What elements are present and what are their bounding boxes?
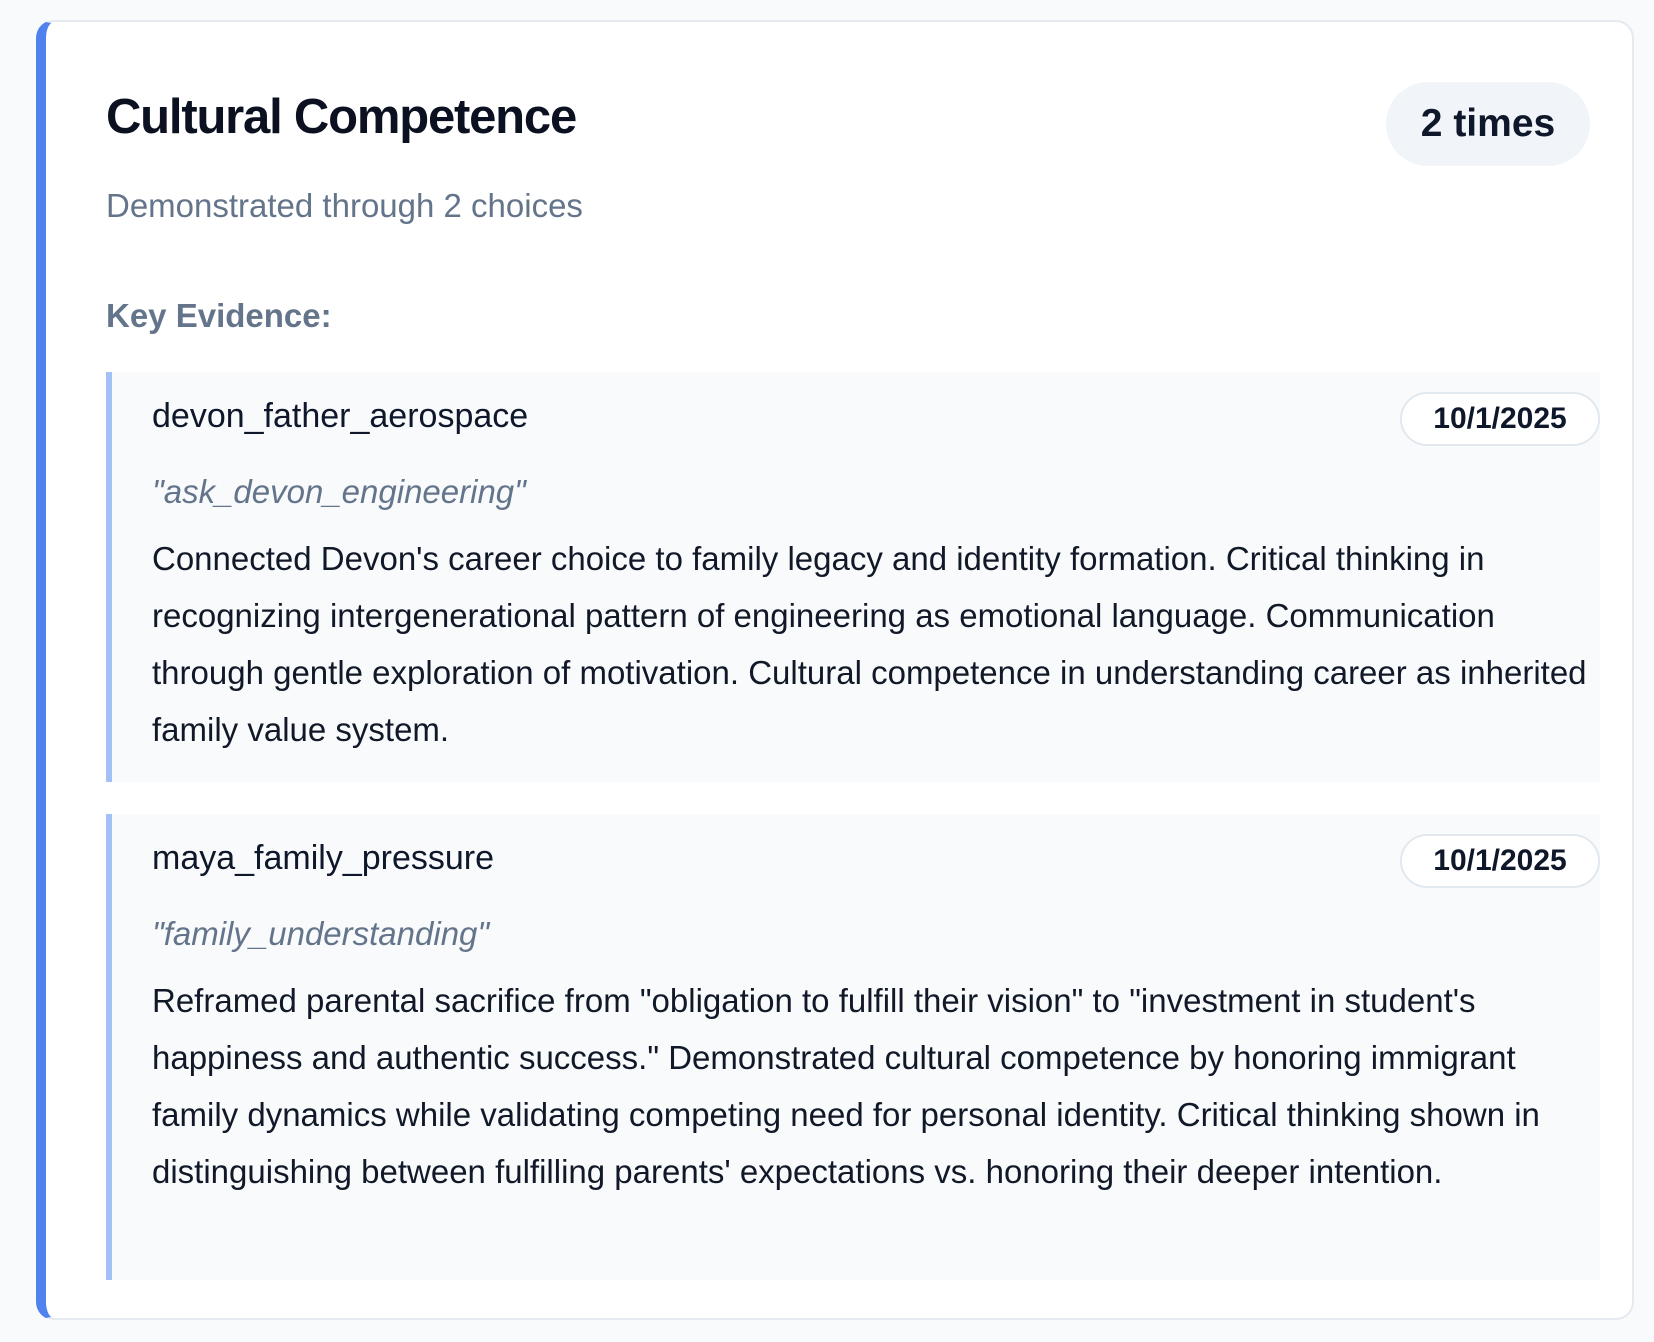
evidence-item: maya_family_pressure 10/1/2025 "family_u… bbox=[106, 814, 1600, 1280]
key-evidence-label: Key Evidence: bbox=[106, 297, 332, 334]
evidence-scene-name: devon_father_aerospace bbox=[152, 397, 529, 435]
skill-card: Cultural Competence Demonstrated through… bbox=[36, 20, 1634, 1320]
evidence-description: Connected Devon's career choice to famil… bbox=[152, 540, 1587, 748]
evidence-description: Reframed parental sacrifice from "obliga… bbox=[152, 982, 1540, 1190]
evidence-choice-id: "ask_devon_engineering" bbox=[152, 473, 526, 510]
count-badge: 2 times bbox=[1386, 82, 1590, 166]
evidence-scene-name: maya_family_pressure bbox=[152, 839, 495, 877]
skill-subtitle: Demonstrated through 2 choices bbox=[106, 187, 583, 224]
evidence-item: devon_father_aerospace 10/1/2025 "ask_de… bbox=[106, 372, 1600, 782]
skill-title: Cultural Competence bbox=[106, 90, 577, 144]
evidence-date-badge: 10/1/2025 bbox=[1400, 392, 1600, 446]
evidence-date-badge: 10/1/2025 bbox=[1400, 834, 1600, 888]
evidence-choice-id: "family_understanding" bbox=[152, 915, 490, 952]
